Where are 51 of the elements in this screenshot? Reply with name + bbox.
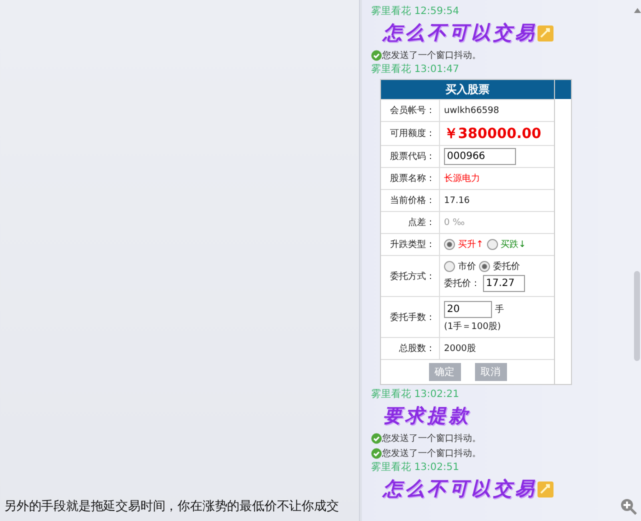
form-title: 买入股票 [381,80,554,99]
field-label: 升跌类型： [381,234,440,255]
subtitle-text: 另外的手段就是拖延交易时间，你在涨势的最低价不让你成交 [3,498,340,515]
check-icon [371,50,382,61]
header-background [555,80,571,99]
input-field[interactable]: 000966 [444,148,516,165]
field-value: 0 ‰ [444,218,466,228]
radio-label: 买跌↓ [500,238,526,251]
field-value: 2000股 [444,342,477,355]
field-value: 长源电力 [444,172,481,185]
field-label: 委托手数： [381,297,440,337]
scrollbar-thumb[interactable] [634,271,640,361]
scroll-up-icon[interactable] [634,8,640,13]
zoom-in-icon[interactable] [620,498,637,515]
message-header: 雾里看花 13:02:21 [371,388,460,401]
unit-label: 手 [495,304,504,316]
notice-text: 您发送了一个窗口抖动。 [382,432,481,445]
radio-label: 市价 [458,260,476,273]
notice-text: 您发送了一个窗口抖动。 [382,448,481,460]
message-text: 怎么不可以交易 [383,477,537,502]
amount-value: ￥380000.00 [444,124,542,142]
radio-button[interactable] [486,239,498,250]
field-label: 股票名称： [381,168,440,189]
message-text: 要求提款 [383,404,471,429]
field-value: 17.16 [444,196,471,206]
radio-button[interactable] [444,261,455,272]
message-header: 雾里看花 12:59:54 [371,5,460,18]
message-text: 怎么不可以交易 [383,21,537,46]
sticker-icon [537,480,554,498]
message-header: 雾里看花 13:01:47 [371,63,460,76]
field-label: 股票代码： [381,146,440,167]
note-text: (1手＝100股) [444,320,502,333]
message-header: 雾里看花 13:02:51 [371,461,460,474]
field-label: 当前价格： [381,190,440,211]
radio-button[interactable] [444,239,455,250]
radio-button[interactable] [479,261,490,272]
field-label: 点差： [381,212,440,233]
check-icon [371,433,382,444]
field-label: 委托方式： [381,256,440,296]
sticker-icon [537,24,554,42]
input-field[interactable]: 17.27 [483,275,525,292]
check-icon [371,448,382,459]
radio-label: 买升↑ [458,238,484,251]
notice-text: 您发送了一个窗口抖动。 [382,50,481,62]
radio-label: 委托价 [493,260,520,273]
field-label: 可用额度： [381,122,440,145]
input-field[interactable]: 20 [444,301,492,318]
field-label: 委托价： [444,277,480,290]
field-label: 总股数： [381,338,440,359]
field-value: uwlkh66598 [444,106,500,116]
field-label: 会员帐号： [381,100,440,121]
